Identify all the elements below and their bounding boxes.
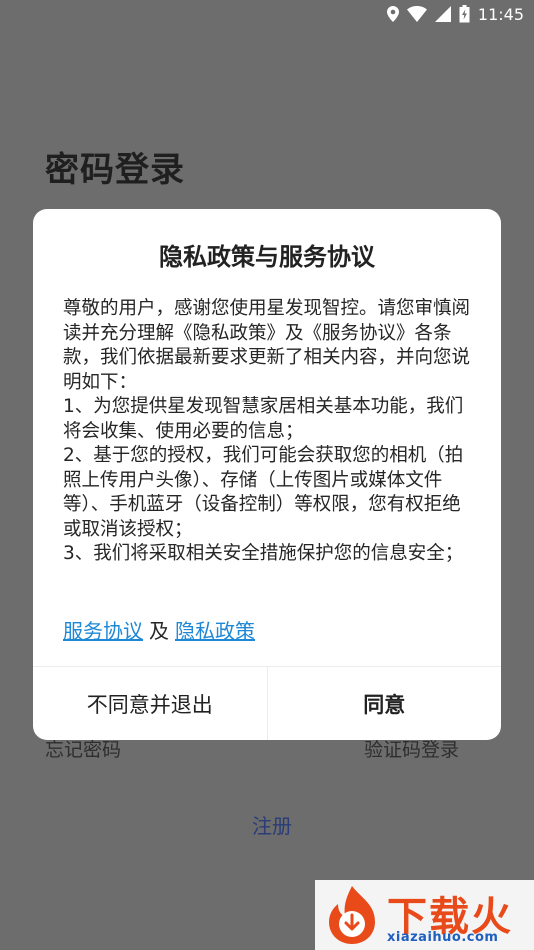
status-bar: 11:45 bbox=[0, 0, 534, 28]
battery-icon bbox=[459, 5, 470, 23]
agree-button[interactable]: 同意 bbox=[268, 667, 502, 740]
privacy-dialog: 隐私政策与服务协议 尊敬的用户，感谢您使用星发现智控。请您审慎阅读并充分理解《隐… bbox=[33, 209, 501, 740]
status-icons: 11:45 bbox=[386, 4, 524, 24]
service-agreement-link[interactable]: 服务协议 bbox=[63, 619, 143, 643]
status-time: 11:45 bbox=[477, 4, 524, 24]
disagree-exit-button[interactable]: 不同意并退出 bbox=[33, 667, 268, 740]
dialog-item-2: 2、基于您的授权，我们可能会获取您的相机（拍照上传用户头像）、存储（上传图片或媒… bbox=[63, 445, 464, 540]
flame-logo-icon bbox=[321, 884, 383, 950]
location-icon bbox=[386, 6, 399, 22]
dialog-item-1: 1、为您提供星发现智慧家居相关基本功能，我们将会收集、使用必要的信息； bbox=[63, 396, 464, 442]
dialog-footer: 不同意并退出 同意 bbox=[33, 666, 501, 740]
page-title: 密码登录 bbox=[45, 150, 185, 190]
watermark-url: xiazaihuo.com bbox=[387, 930, 499, 945]
link-conjunction: 及 bbox=[149, 619, 169, 643]
watermark: 下载火 xiazaihuo.com bbox=[315, 880, 534, 950]
register-link[interactable]: 注册 bbox=[252, 810, 292, 839]
dialog-item-3: 3、我们将采取相关安全措施保护您的信息安全； bbox=[63, 543, 464, 564]
policy-links: 服务协议及隐私政策 bbox=[63, 615, 255, 644]
signal-icon bbox=[434, 6, 451, 22]
dialog-intro: 尊敬的用户，感谢您使用星发现智控。请您审慎阅读并充分理解《隐私政策》及《服务协议… bbox=[63, 298, 471, 393]
dialog-title: 隐私政策与服务协议 bbox=[159, 243, 375, 271]
dialog-body: 尊敬的用户，感谢您使用星发现智控。请您审慎阅读并充分理解《隐私政策》及《服务协议… bbox=[63, 297, 475, 567]
privacy-policy-link[interactable]: 隐私政策 bbox=[175, 619, 255, 643]
wifi-icon bbox=[406, 6, 427, 22]
